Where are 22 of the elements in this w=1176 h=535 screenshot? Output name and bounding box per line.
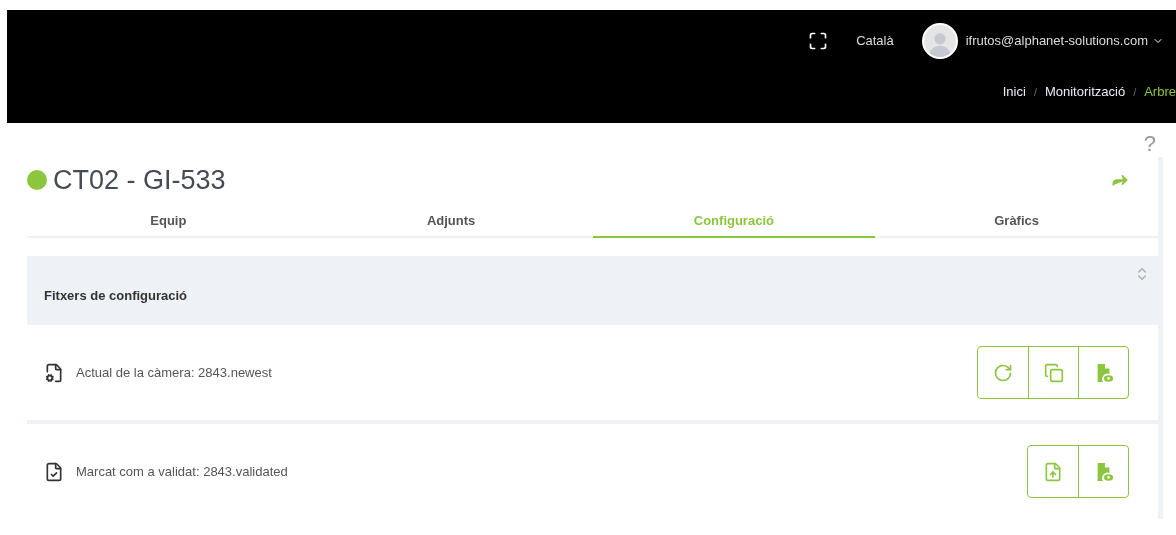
breadcrumb-link[interactable]: Inici [1002,82,1026,102]
refresh-icon [993,362,1013,383]
fullscreen-icon[interactable] [808,31,829,51]
file-label: Actual de la càmera: 2843.newest [76,363,272,382]
tab[interactable]: Adjunts [309,206,593,238]
breadcrumb-link[interactable]: Arbre [1144,82,1176,102]
section-header[interactable]: Fitxers de configuració [27,256,1158,323]
breadcrumb-link[interactable]: Monitorització [1044,82,1126,102]
language-selector[interactable]: Català [856,31,894,51]
breadcrumb-separator: / [1033,84,1037,100]
user-menu[interactable]: ifrutos@alphanet-solutions.com [965,31,1148,51]
avatar [921,23,958,59]
tab[interactable]: Equip [27,206,310,238]
section-title: Fitxers de configuració [44,287,188,306]
file-label: Marcat com a validat: 2843.validated [76,462,288,481]
file-settings-icon [44,362,64,383]
breadcrumb-separator: / [1133,84,1137,100]
device-title: CT02 - GI-533 [53,163,226,197]
copy-icon [1043,362,1064,383]
file-upload-icon [1043,461,1063,482]
tab[interactable]: Gràfics [875,206,1158,238]
file-check-icon [44,461,64,482]
